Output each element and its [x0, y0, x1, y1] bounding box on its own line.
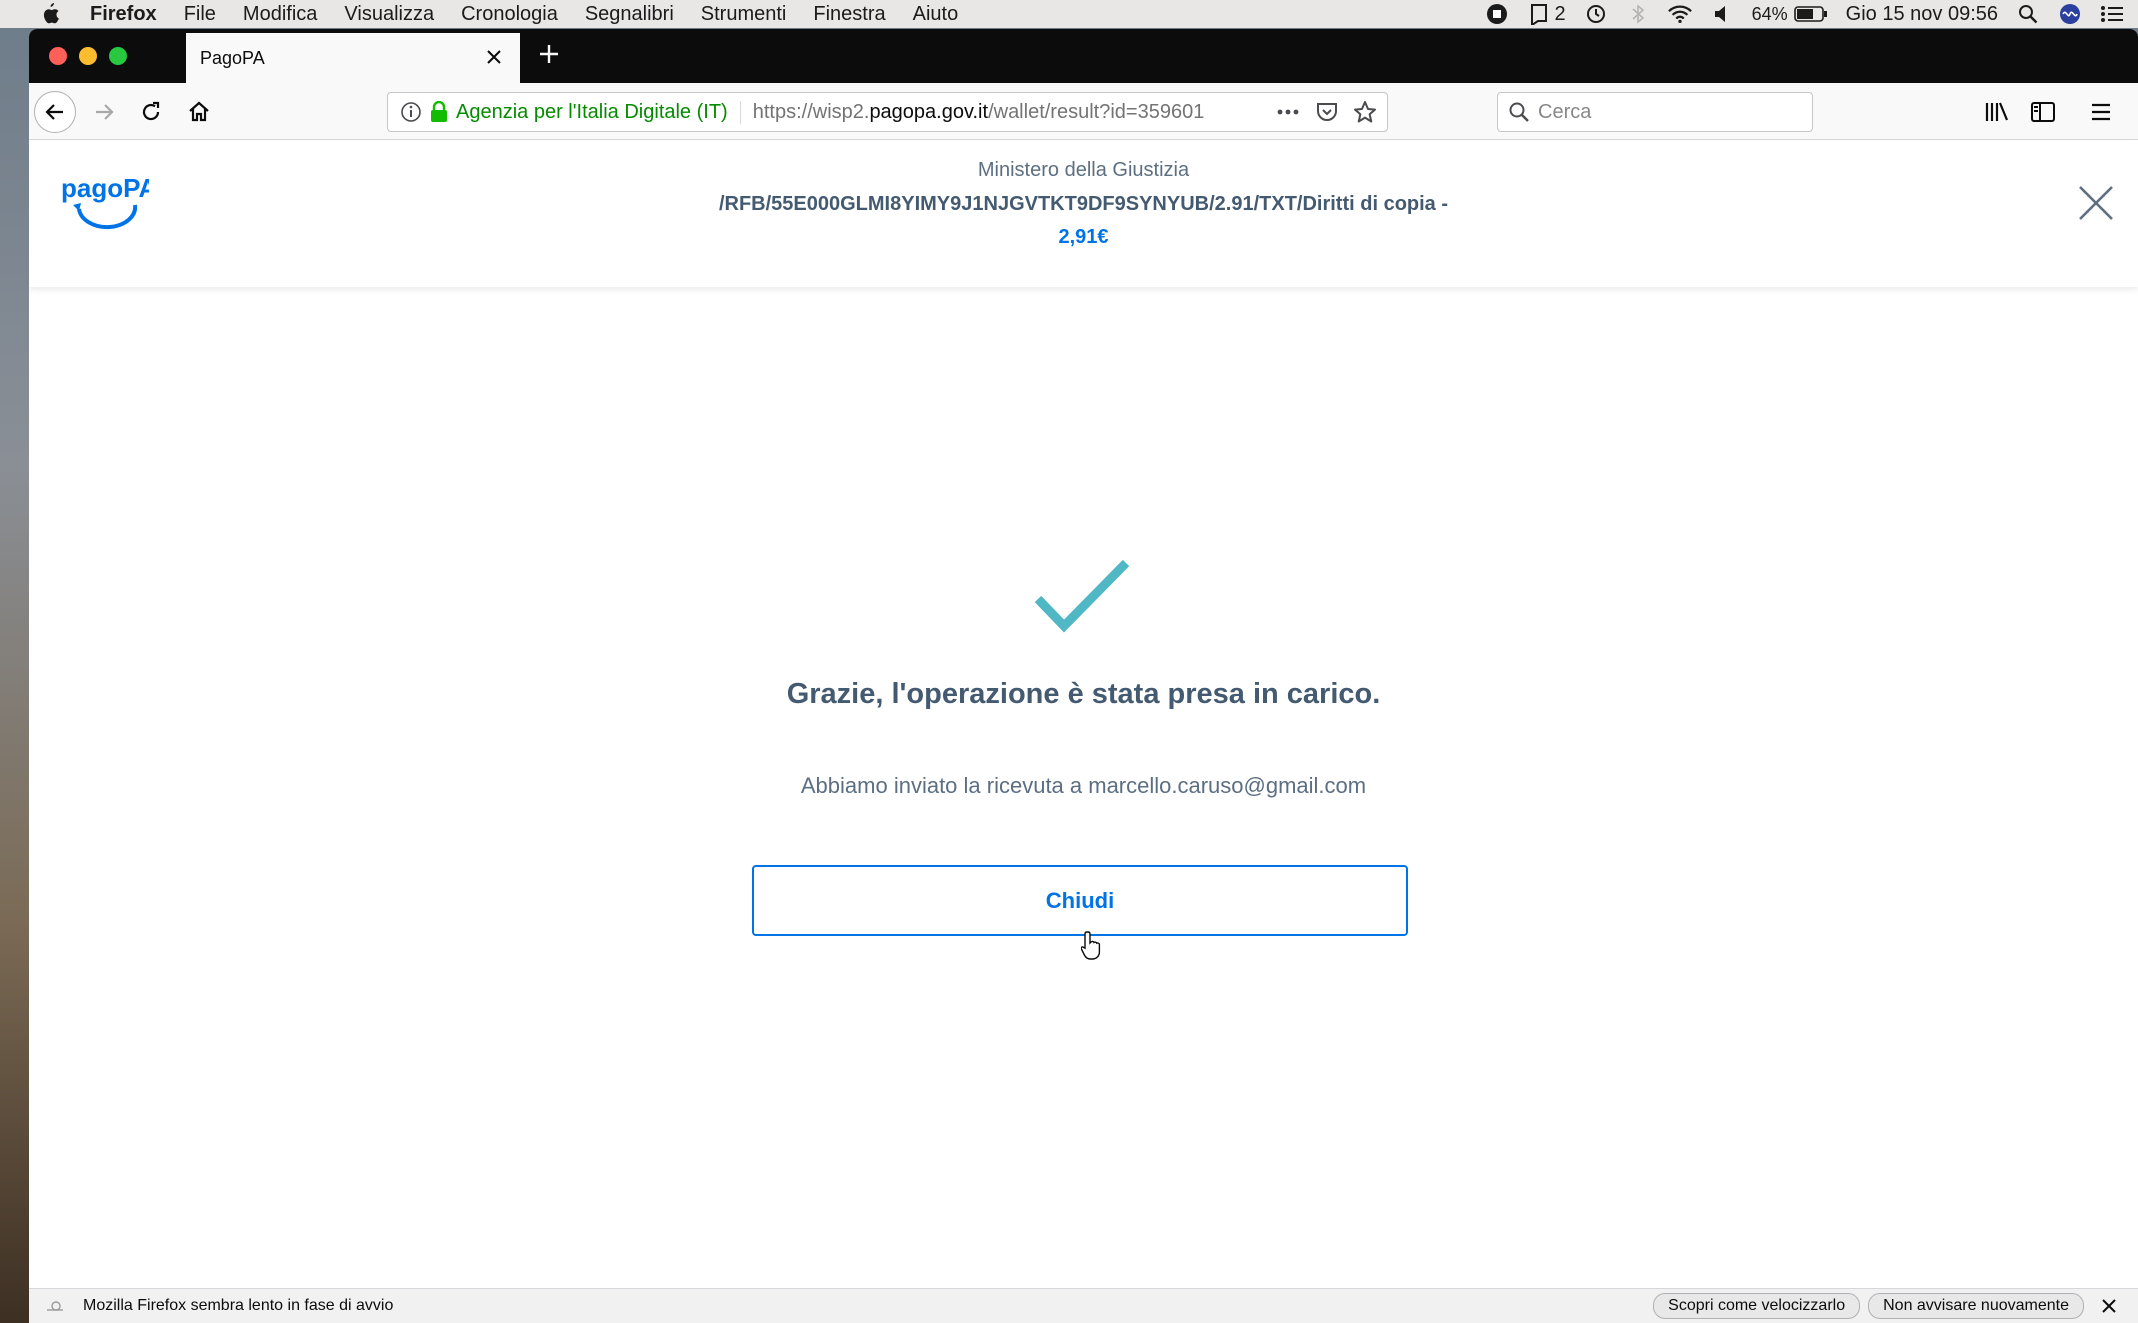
close-window-button[interactable]: [49, 47, 67, 65]
menu-aiuto[interactable]: Aiuto: [913, 3, 959, 26]
time-machine-icon[interactable]: [1584, 2, 1608, 26]
site-identity[interactable]: Agenzia per l'Italia Digitale (IT): [456, 100, 741, 124]
notification-actions: Scopri come velocizzarlo Non avvisare nu…: [1653, 1293, 2120, 1319]
hamburger-menu-button[interactable]: [2084, 95, 2118, 129]
result-title: Grazie, l'operazione è stata presa in ca…: [786, 678, 1381, 710]
menu-firefox[interactable]: Firefox: [90, 3, 157, 26]
close-notification-icon[interactable]: [2098, 1295, 2120, 1317]
minimize-window-button[interactable]: [79, 47, 97, 65]
new-tab-icon[interactable]: [534, 39, 564, 69]
close-icon[interactable]: [2074, 181, 2118, 225]
tab-title: PagoPA: [200, 47, 265, 68]
back-button[interactable]: [34, 91, 76, 133]
lock-icon: [430, 100, 448, 123]
close-tab-icon[interactable]: [482, 45, 506, 69]
menu-cronologia[interactable]: Cronologia: [461, 3, 558, 26]
url-actions: [1275, 100, 1377, 130]
dont-remind-button[interactable]: Non avvisare nuovamente: [1868, 1293, 2084, 1319]
snail-icon: [45, 1298, 67, 1314]
pocket-icon[interactable]: [1315, 100, 1339, 130]
forward-button[interactable]: [83, 91, 125, 133]
url-text[interactable]: https://wisp2.pagopa.gov.it/wallet/resul…: [753, 101, 1205, 124]
menu-modifica[interactable]: Modifica: [243, 3, 317, 26]
notification-count: 2: [1554, 2, 1566, 25]
page-content: pagoPA Ministero della Giustizia /RFB/55…: [29, 141, 2138, 1291]
window-controls: [49, 47, 127, 65]
bluetooth-icon[interactable]: [1626, 2, 1650, 26]
macos-menubar: Firefox File Modifica Visualizza Cronolo…: [0, 0, 2138, 28]
spotlight-search-icon[interactable]: [2016, 2, 2040, 26]
menu-finestra[interactable]: Finestra: [813, 3, 885, 26]
menu-segnalibri[interactable]: Segnalibri: [585, 3, 674, 26]
payment-amount: 2,91€: [1058, 226, 1109, 248]
tab-pagopa[interactable]: PagoPA: [186, 33, 520, 83]
home-button[interactable]: [178, 91, 220, 133]
volume-icon[interactable]: [1710, 2, 1734, 26]
url-bar[interactable]: Agenzia per l'Italia Digitale (IT) https…: [387, 92, 1388, 132]
battery-icon[interactable]: [1793, 2, 1828, 26]
nav-toolbar: Agenzia per l'Italia Digitale (IT) https…: [29, 83, 2138, 140]
payment-description: /RFB/55E000GLMI8YIMY9J1NJGVTKT9DF9SYNYUB…: [718, 193, 1449, 215]
siri-icon[interactable]: [2058, 2, 2082, 26]
tab-strip: PagoPA: [29, 29, 2138, 83]
menu-visualizza[interactable]: Visualizza: [344, 3, 434, 26]
menu-strumenti[interactable]: Strumenti: [701, 3, 787, 26]
sidebar-toggle-button[interactable]: [2026, 95, 2060, 129]
url-domain: pagopa.gov.it: [869, 100, 989, 123]
menubar-status-area: 2 64% Gio 15 nov 09:56: [1485, 0, 2125, 28]
close-button[interactable]: Chiudi: [752, 865, 1408, 936]
url-path: /wallet/result?id=359601: [988, 100, 1205, 123]
merchant-name: Ministero della Giustizia: [977, 159, 1190, 181]
menu-file[interactable]: File: [184, 3, 216, 26]
record-icon[interactable]: [1485, 2, 1509, 26]
battery-percent: 64%: [1751, 3, 1788, 24]
page-actions-icon[interactable]: [1275, 100, 1301, 130]
receipt-message: Abbiamo inviato la ricevuta a marcello.c…: [800, 773, 1367, 798]
library-button[interactable]: [1980, 95, 2014, 129]
search-icon: [1508, 101, 1530, 123]
payment-header: pagoPA Ministero della Giustizia /RFB/55…: [29, 141, 2138, 287]
search-placeholder: Cerca: [1538, 100, 1592, 123]
reload-button[interactable]: [130, 91, 172, 133]
notification-icon[interactable]: [1527, 2, 1551, 26]
speed-up-button[interactable]: Scopri come velocizzarlo: [1653, 1293, 1861, 1319]
url-prefix: https://wisp2.: [752, 100, 870, 123]
success-check-icon: [1032, 559, 1132, 639]
menubar-clock[interactable]: Gio 15 nov 09:56: [1846, 3, 1998, 26]
site-info-icon[interactable]: [400, 101, 422, 123]
wifi-icon[interactable]: [1667, 2, 1692, 26]
hand-cursor-icon: [1080, 930, 1105, 960]
notification-center-icon[interactable]: [2100, 2, 2124, 26]
zoom-window-button[interactable]: [109, 47, 127, 65]
notification-message: Mozilla Firefox sembra lento in fase di …: [83, 1297, 394, 1314]
bookmark-star-icon[interactable]: [1353, 100, 1377, 130]
apple-icon[interactable]: [40, 3, 62, 25]
search-bar[interactable]: Cerca: [1497, 92, 1813, 132]
browser-window: PagoPA Agenzia per l'Italia Digitale (IT…: [29, 29, 2138, 1323]
slow-startup-notification: Mozilla Firefox sembra lento in fase di …: [29, 1288, 2138, 1323]
